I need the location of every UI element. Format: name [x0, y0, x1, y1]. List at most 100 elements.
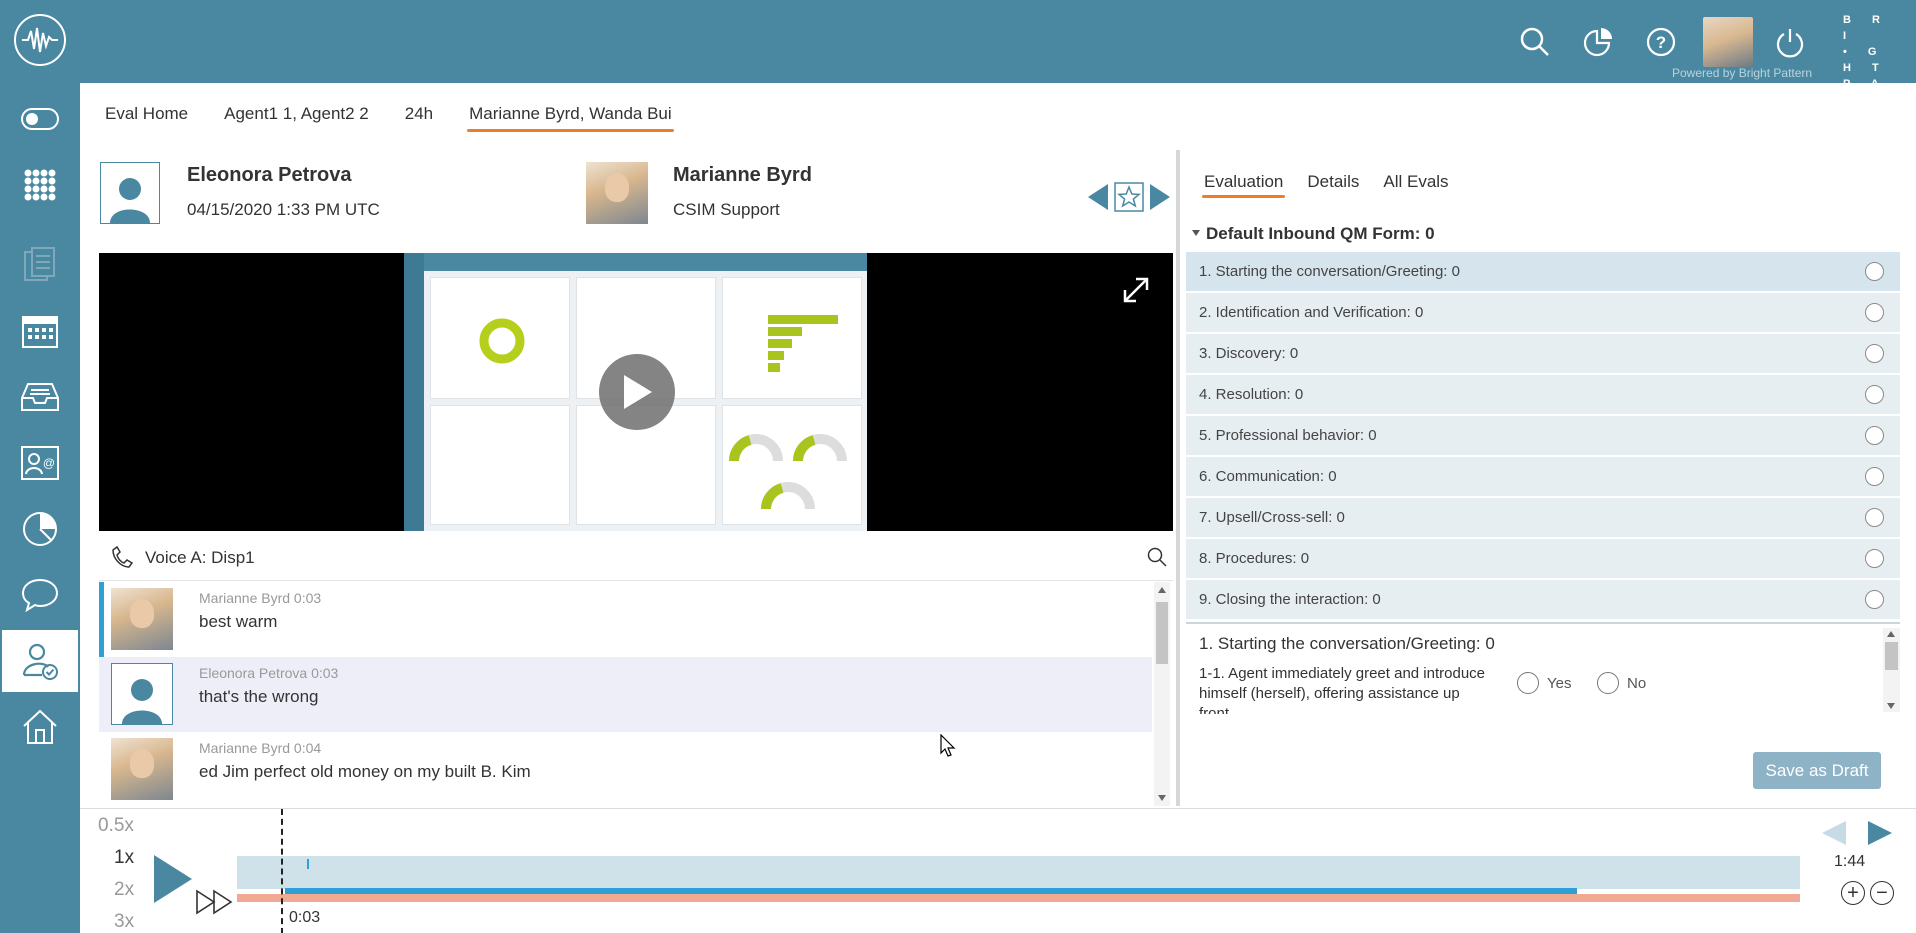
quality-icon[interactable]: [2, 630, 78, 692]
form-section-row[interactable]: 5. Professional behavior: 0: [1186, 416, 1900, 455]
answer-yes[interactable]: Yes: [1517, 672, 1571, 694]
section-label: 2. Identification and Verification: 0: [1199, 304, 1424, 321]
tab-eval-home[interactable]: Eval Home: [105, 104, 188, 132]
form-section-row[interactable]: 7. Upsell/Cross-sell: 0: [1186, 498, 1900, 537]
section-radio[interactable]: [1865, 508, 1884, 527]
section-radio[interactable]: [1865, 590, 1884, 609]
inbox-icon[interactable]: [0, 366, 80, 428]
fullscreen-icon[interactable]: [1121, 275, 1151, 305]
fast-forward-icon[interactable]: [195, 889, 235, 915]
left-nav: @: [0, 83, 80, 933]
evaluation-tabs: Evaluation Details All Evals: [1201, 172, 1473, 198]
transcript-row[interactable]: Eleonora Petrova 0:03 that's the wrong: [99, 657, 1152, 732]
tab-24h[interactable]: 24h: [405, 104, 433, 132]
no-radio[interactable]: [1597, 672, 1619, 694]
transcript-text: ed Jim perfect old money on my built B. …: [199, 762, 531, 781]
speed-3x[interactable]: 3x: [114, 911, 134, 933]
current-row-marker: [99, 582, 104, 657]
reports-icon[interactable]: [0, 498, 80, 560]
form-section-row[interactable]: 1. Starting the conversation/Greeting: 0: [1186, 252, 1900, 291]
chart-icon[interactable]: [1578, 22, 1618, 62]
next-segment-icon[interactable]: [1866, 819, 1894, 847]
agent-photo: [111, 588, 173, 650]
transcript-text: best warm: [199, 612, 278, 631]
section-label: 9. Closing the interaction: 0: [1199, 591, 1381, 608]
documents-icon[interactable]: [0, 234, 80, 296]
customer-avatar: [100, 162, 160, 224]
no-label: No: [1627, 674, 1647, 692]
speed-2x[interactable]: 2x: [114, 879, 134, 901]
collapse-caret-icon[interactable]: [1191, 229, 1201, 237]
transcript-text: that's the wrong: [199, 687, 319, 706]
mouse-cursor-icon: [940, 734, 956, 757]
agent-team: CSIM Support: [673, 200, 780, 219]
record-navigation: [1086, 182, 1172, 212]
contacts-icon[interactable]: @: [0, 432, 80, 494]
form-section-row[interactable]: 3. Discovery: 0: [1186, 334, 1900, 373]
tab-agents[interactable]: Agent1 1, Agent2 2: [224, 104, 369, 132]
next-record-icon[interactable]: [1148, 182, 1172, 212]
previous-record-icon[interactable]: [1086, 182, 1110, 212]
section-radio[interactable]: [1865, 303, 1884, 322]
section-radio[interactable]: [1865, 385, 1884, 404]
section-radio[interactable]: [1865, 344, 1884, 363]
transcript-scrollbar[interactable]: [1154, 582, 1170, 806]
section-radio[interactable]: [1865, 426, 1884, 445]
chat-icon[interactable]: [0, 564, 80, 626]
question-scrollbar[interactable]: [1883, 628, 1900, 712]
speed-0-5x[interactable]: 0.5x: [98, 815, 134, 837]
tab-marianne-wanda[interactable]: Marianne Byrd, Wanda Bui: [467, 104, 674, 132]
zoom-out-icon[interactable]: −: [1870, 881, 1894, 905]
form-section-row[interactable]: 6. Communication: 0: [1186, 457, 1900, 496]
calendar-icon[interactable]: [0, 300, 80, 362]
form-section-row[interactable]: 8. Procedures: 0: [1186, 539, 1900, 578]
user-avatar[interactable]: [1703, 17, 1753, 67]
tab-evaluation[interactable]: Evaluation: [1201, 172, 1286, 198]
toggle-icon[interactable]: [0, 88, 80, 150]
section-radio[interactable]: [1865, 262, 1884, 281]
yes-label: Yes: [1547, 674, 1572, 692]
total-duration: 1:44: [1834, 853, 1866, 870]
scrollbar-thumb[interactable]: [1885, 642, 1898, 670]
section-radio[interactable]: [1865, 549, 1884, 568]
playback-timeline[interactable]: [237, 856, 1800, 902]
transcript-meta: Marianne Byrd 0:03: [199, 590, 322, 606]
power-icon[interactable]: [1770, 22, 1810, 62]
answer-no[interactable]: No: [1597, 672, 1646, 694]
speed-1x[interactable]: 1x: [114, 847, 134, 869]
interaction-datetime: 04/15/2020 1:33 PM UTC: [187, 200, 380, 219]
form-section-row[interactable]: 2. Identification and Verification: 0: [1186, 293, 1900, 332]
play-icon[interactable]: [150, 853, 194, 905]
tab-all-evals[interactable]: All Evals: [1383, 172, 1448, 198]
scrollbar-thumb[interactable]: [1156, 602, 1168, 664]
search-icon[interactable]: [1515, 22, 1555, 62]
agent-photo: [586, 162, 648, 224]
screen-recording-video[interactable]: [99, 253, 1173, 531]
phone-icon: [112, 545, 133, 568]
apps-grid-icon[interactable]: [0, 154, 80, 216]
brand-logo: B R I • G H T P A T • T E R N: [1843, 14, 1889, 138]
customer-avatar: [111, 663, 173, 725]
previous-segment-icon[interactable]: [1820, 819, 1848, 847]
section-label: 5. Professional behavior: 0: [1199, 427, 1377, 444]
transcript-search-icon[interactable]: [1147, 547, 1167, 567]
app-logo-icon[interactable]: [14, 14, 66, 66]
form-section-row[interactable]: 9. Closing the interaction: 0: [1186, 580, 1900, 619]
transcript-row[interactable]: Marianne Byrd 0:04 ed Jim perfect old mo…: [99, 732, 1152, 806]
section-label: 3. Discovery: 0: [1199, 345, 1299, 362]
transcript-row[interactable]: Marianne Byrd 0:03 best warm: [99, 582, 1152, 657]
home-icon[interactable]: [0, 696, 80, 758]
section-label: 4. Resolution: 0: [1199, 386, 1304, 403]
section-radio[interactable]: [1865, 467, 1884, 486]
playhead[interactable]: [281, 809, 283, 933]
form-section-row[interactable]: 4. Resolution: 0: [1186, 375, 1900, 414]
panel-splitter[interactable]: [1176, 150, 1180, 806]
zoom-in-icon[interactable]: +: [1841, 881, 1865, 905]
save-as-draft-button[interactable]: Save as Draft: [1753, 752, 1881, 789]
star-bookmark-icon[interactable]: [1114, 182, 1144, 212]
yes-radio[interactable]: [1517, 672, 1539, 694]
powered-by-label: Powered by Bright Pattern: [1672, 66, 1813, 80]
help-icon[interactable]: ?: [1641, 22, 1681, 62]
tab-details[interactable]: Details: [1307, 172, 1359, 198]
video-play-button[interactable]: [599, 354, 675, 430]
